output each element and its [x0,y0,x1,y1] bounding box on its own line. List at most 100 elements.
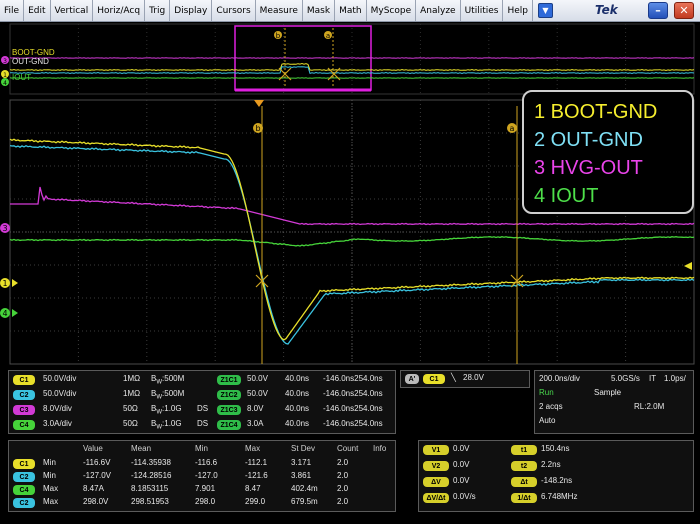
measurement-badge: C2 [13,498,35,508]
menu-item-display[interactable]: Display [170,0,213,21]
channel-badge: C3 [13,405,35,415]
channel-bandwidth: BW:500M [151,389,184,401]
overview-label-iout: IOUT [12,73,32,82]
interp-label: IT [649,374,657,383]
legend-entry: 2 OUT-GND [534,129,643,151]
zoom-range: -146.0ns254.0ns [323,389,383,398]
channel-row-2[interactable]: C2 50.0V/div 1MΩ BW:500M Z1C2 50.0V 40.0ns -146… [13,389,393,402]
menu-item-edit[interactable]: Edit [24,0,51,21]
menu-item-analyze[interactable]: Analyze [416,0,461,21]
cursor-readout[interactable]: V1 0.0V V2 0.0V ΔV 0.0V ΔV/Δt 0.0V/s t1 150.4ns t2… [418,440,694,512]
channel-badge: C2 [13,390,35,400]
trigger-source-badge: C1 [423,374,445,384]
channel-badge: C4 [13,420,35,430]
close-button[interactable]: ✕ [674,2,694,19]
menu-dropdown-button[interactable]: ▼ [538,3,553,18]
acq-mode: Sample [594,388,622,397]
measurement-stdev: 3.171 [291,458,312,467]
readout-panel: C1 50.0V/div 1MΩ BW:500M Z1C1 50.0V 40.0ns -146… [0,366,700,524]
zoom-scale: 8.0V [247,404,264,413]
channel-row-4[interactable]: C4 3.0A/div 50Ω BW:1.0G DS Z1C4 3.0A 40.0ns -146… [13,419,393,432]
menu-item-mask[interactable]: Mask [303,0,336,21]
overview-cursor-b-label: b [276,32,281,40]
measurement-header: Max [245,444,261,453]
zoom-scale: 50.0V [247,389,268,398]
zoom-range: -146.0ns254.0ns [323,374,383,383]
measurement-row[interactable]: C2 Max 298.0V 298.51953 298.0 299.0 679.5m 2.0 [13,497,393,510]
bw-value: 500M [164,374,185,383]
menu-item-file[interactable]: File [0,0,25,21]
bw-value: 500M [164,389,185,398]
channel-row-1[interactable]: C1 50.0V/div 1MΩ BW:500M Z1C1 50.0V 40.0ns -146… [13,374,393,387]
overview-ch-markers: 1 4 3 [1,56,9,87]
measurement-header: Count [337,444,359,453]
measurement-row[interactable]: C4 Max 8.47A 8.1853115 7.901 8.47 402.4m 2.0 [13,484,393,497]
channel-impedance: 50Ω [123,404,138,413]
measurement-name: Min [43,458,56,467]
legend-entry: 1 BOOT-GND [534,101,658,123]
measurement-count: 2.0 [337,484,349,493]
minimize-button[interactable]: – [648,2,668,19]
cursor-badge: Δt [511,477,537,487]
close-icon: ✕ [679,4,689,17]
measurement-min: -116.6 [195,458,218,467]
measurement-min: 298.0 [195,497,216,506]
svg-text:1: 1 [2,279,7,288]
cursor-badge: t2 [511,461,537,471]
overview-trace-ch4 [9,77,695,79]
trigger-level: 28.0V [463,373,484,382]
channel-impedance: 1MΩ [123,389,141,398]
svg-text:3: 3 [3,58,7,65]
measurement-row[interactable]: C1 Min -116.6V -114.35938 -116.6 -112.1 3.171 2… [13,458,393,471]
zoom-position: 40.0ns [285,389,310,398]
zoom-position: 40.0ns [285,419,310,428]
trigger-mode-badge: A' [405,374,419,384]
measurement-header: Value [83,444,103,453]
channel-scale: 3.0A/div [43,419,72,428]
measurement-value: 8.47A [83,484,104,493]
legend-entry: 4 IOUT [534,185,599,207]
svg-text:4: 4 [2,309,7,318]
menu-item-measure[interactable]: Measure [256,0,303,21]
timebase: 200.0ns/div [539,374,580,383]
cursor-a-label: a [510,124,515,133]
menu-item-cursors[interactable]: Cursors [212,0,256,21]
channel-scale: 50.0V/div [43,374,77,383]
menu-item-horizacq[interactable]: Horiz/Acq [93,0,146,21]
legend-entry: 3 HVG-OUT [534,157,643,179]
menu-item-math[interactable]: Math [335,0,367,21]
cursor-badge: V1 [423,445,449,455]
cursor-value: 0.0V [453,460,470,469]
measurement-badge: C1 [13,459,35,469]
menu-item-myscope[interactable]: MyScope [367,0,417,21]
cursor-badge: ΔV/Δt [423,493,449,503]
measurement-badge: C4 [13,485,35,495]
cursor-value: -148.2ns [541,476,573,485]
cursor-badge: ΔV [423,477,449,487]
cursor-badge: t1 [511,445,537,455]
measurement-max: 8.47 [245,484,261,493]
menu-item-vertical[interactable]: Vertical [51,0,94,21]
measurement-table[interactable]: Value Mean Min Max St Dev Count Info C1 Min -116.… [8,440,396,512]
channel-bandwidth: BW:1.0G [151,404,182,416]
channel-row-3[interactable]: C3 8.0V/div 50Ω BW:1.0G DS Z1C3 8.0V 40.0ns -146… [13,404,393,417]
measurement-count: 2.0 [337,471,349,480]
trigger-readout[interactable]: A' C1 ╲ 28.0V [400,370,530,388]
cursor-readout-right: Δt -148.2ns [511,476,691,489]
cursor-b-label: b [255,124,260,133]
measurement-mean: -124.28516 [131,471,172,480]
cursor-badge: V2 [423,461,449,471]
measurement-row[interactable]: C2 Min -127.0V -124.28516 -127.0 -121.6 3.861 2… [13,471,393,484]
menu-bar: File Edit Vertical Horiz/Acq Trig Display Curs… [0,0,700,22]
menu-item-trig[interactable]: Trig [145,0,171,21]
measurement-header: Min [195,444,208,453]
menu-item-help[interactable]: Help [503,0,533,21]
minimize-icon: – [655,4,661,17]
menu-item-utilities[interactable]: Utilities [461,0,504,21]
trigger-mode: Auto [539,416,556,425]
interp-value: 1.0ps/ [664,374,686,383]
zoom-scale: 50.0V [247,374,268,383]
channel-settings[interactable]: C1 50.0V/div 1MΩ BW:500M Z1C1 50.0V 40.0ns -146… [8,370,396,434]
acquisition-readout[interactable]: 200.0ns/div 5.0GS/s IT 1.0ps/ Run Sample… [534,370,694,434]
overview-strip: b a [9,23,695,95]
